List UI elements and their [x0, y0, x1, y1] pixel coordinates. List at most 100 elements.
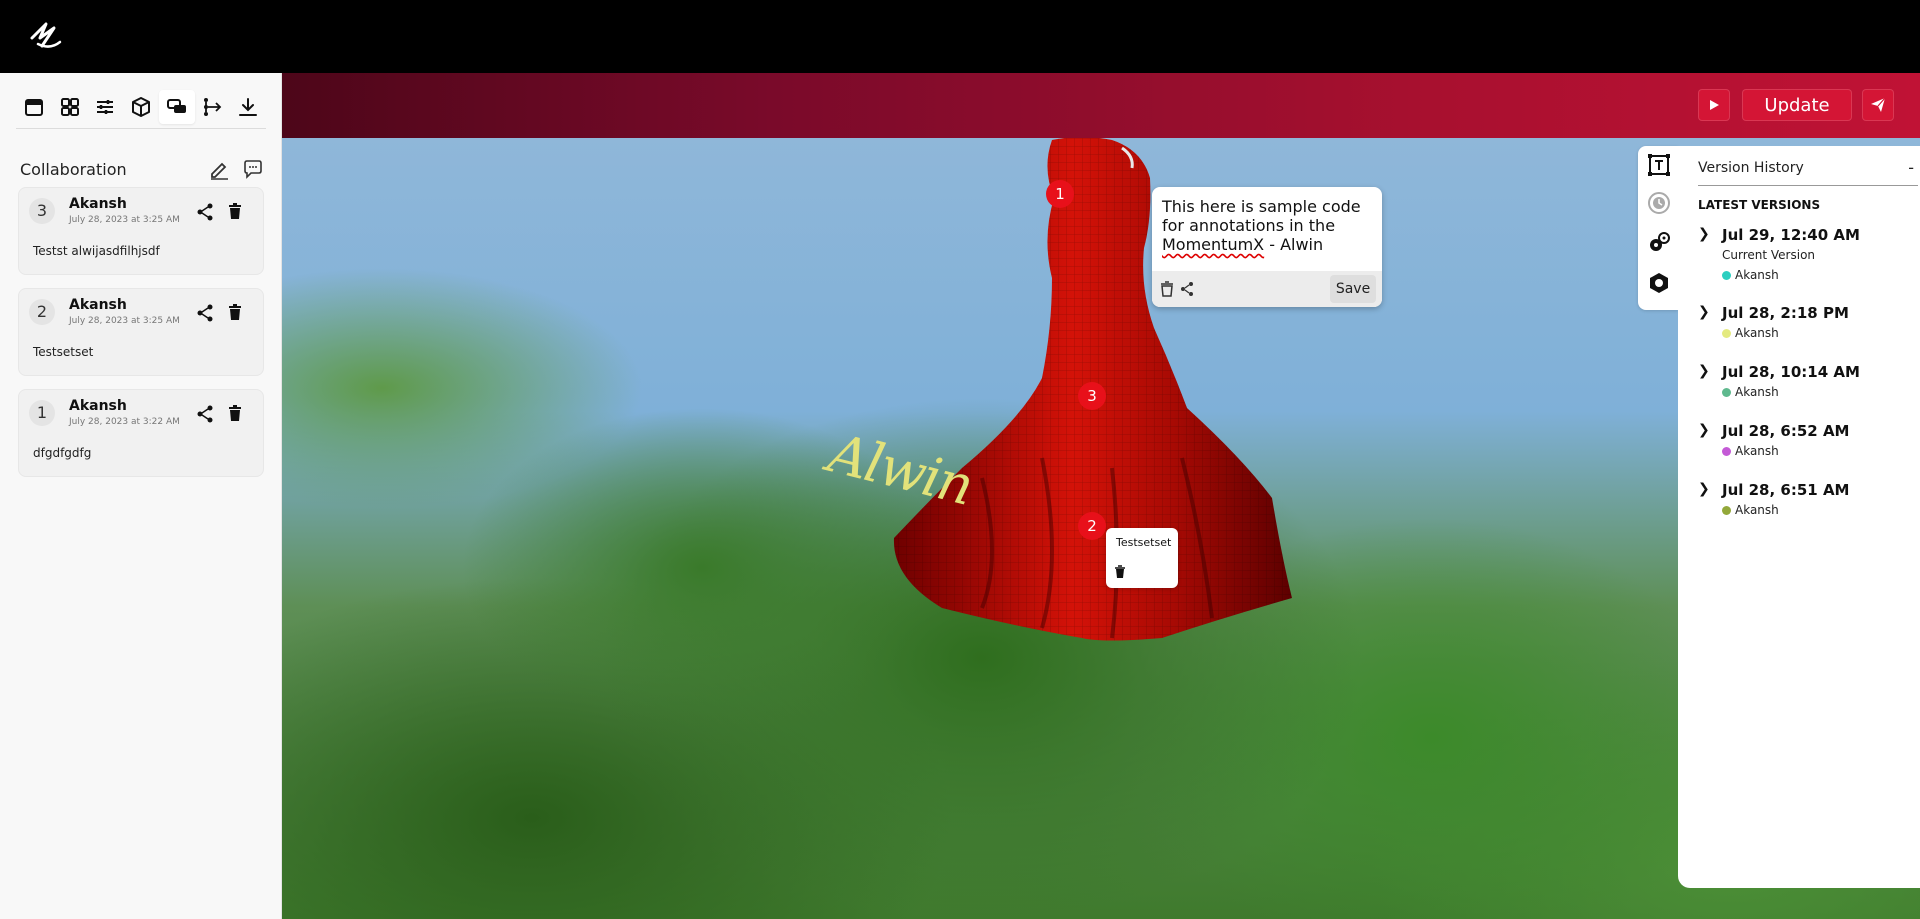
author-color-dot [1722, 328, 1731, 338]
version-item[interactable]: ❯ Jul 28, 6:52 AM Akansh [1698, 422, 1918, 462]
tool-tree[interactable] [195, 90, 231, 124]
version-author: Akansh [1722, 444, 1779, 458]
comment-body: Testsetset [33, 345, 94, 359]
chevron-right-icon[interactable]: ❯ [1698, 422, 1710, 438]
share-icon[interactable] [195, 404, 215, 424]
settings-gears-icon[interactable] [1646, 230, 1672, 256]
comment-number: 3 [29, 198, 55, 224]
version-author: Akansh [1722, 503, 1779, 517]
share-icon[interactable] [195, 303, 215, 323]
tree-icon [204, 97, 222, 116]
send-button[interactable] [1862, 89, 1894, 121]
version-label: Current Version [1722, 248, 1816, 262]
version-item[interactable]: ❯ Jul 29, 12:40 AM Current Version Akans… [1698, 226, 1918, 284]
version-history-header: Version History - [1698, 156, 1918, 186]
annotation-text-line: This here is sample code [1162, 197, 1361, 216]
comment-card[interactable]: 1 Akansh July 28, 2023 at 3:22 AM dfgdfg… [18, 389, 264, 477]
chevron-right-icon[interactable]: ❯ [1698, 304, 1710, 320]
tool-comments[interactable] [158, 89, 195, 124]
version-author-name: Akansh [1735, 268, 1779, 282]
new-comment-icon[interactable] [240, 156, 266, 182]
annotation-text-misspelled: MomentumX [1162, 235, 1265, 254]
trash-icon[interactable] [225, 302, 245, 322]
right-icon-rail [1638, 146, 1678, 310]
left-panel: Collaboration 3 Akansh July 28, 2023 at … [0, 73, 282, 919]
version-item[interactable]: ❯ Jul 28, 10:14 AM Akansh [1698, 363, 1918, 403]
comment-number: 2 [29, 299, 55, 325]
trash-icon[interactable] [1160, 281, 1174, 301]
annotation-text-line: for annotations in the [1162, 216, 1336, 235]
save-button[interactable]: Save [1330, 275, 1376, 303]
version-item[interactable]: ❯ Jul 28, 2:18 PM Akansh [1698, 304, 1918, 344]
grid-icon [60, 97, 79, 116]
app-logo-icon[interactable] [28, 20, 64, 54]
comment-body: Testst alwijasdfilhjsdf [33, 244, 160, 258]
viewport-header [282, 73, 1920, 138]
history-clock-icon[interactable] [1646, 190, 1672, 216]
chevron-right-icon[interactable]: ❯ [1698, 226, 1710, 242]
hexagon-nut-icon[interactable] [1646, 270, 1672, 296]
collaboration-header: Collaboration [20, 153, 266, 185]
collapse-button[interactable]: - [1908, 158, 1914, 177]
annotation-editor-footer: Save [1152, 271, 1382, 307]
play-button[interactable] [1698, 89, 1730, 121]
collaboration-title: Collaboration [20, 159, 127, 179]
trash-icon[interactable] [225, 403, 245, 423]
comment-author: Akansh [69, 398, 127, 414]
tool-sidebar-panel[interactable] [16, 90, 52, 124]
tool-grid[interactable] [52, 90, 88, 124]
tool-cube[interactable] [123, 90, 159, 124]
adjustments-icon [97, 99, 114, 114]
tool-adjustments[interactable] [87, 90, 123, 124]
panel-icon [24, 98, 43, 116]
annotation-editor[interactable]: This here is sample code for annotations… [1152, 187, 1382, 307]
version-time: Jul 28, 10:14 AM [1722, 363, 1860, 381]
send-icon [1871, 97, 1886, 112]
version-item[interactable]: ❯ Jul 28, 6:51 AM Akansh [1698, 481, 1918, 521]
edit-pencil-icon[interactable] [206, 156, 232, 182]
version-history-panel: Version History - LATEST VERSIONS ❯ Jul … [1678, 146, 1920, 888]
annotation-popup[interactable]: Testsetset [1106, 528, 1178, 588]
top-bar [0, 0, 1920, 73]
comment-author: Akansh [69, 196, 127, 212]
comment-card[interactable]: 3 Akansh July 28, 2023 at 3:25 AM Testst… [18, 187, 264, 275]
chevron-right-icon[interactable]: ❯ [1698, 363, 1710, 379]
annotation-popup-text: Testsetset [1116, 536, 1172, 549]
play-icon [1710, 100, 1719, 110]
annotation-marker-2[interactable]: 2 [1078, 512, 1106, 540]
trash-icon[interactable] [1114, 564, 1126, 583]
annotation-textarea[interactable]: This here is sample code for annotations… [1162, 197, 1372, 254]
version-author-name: Akansh [1735, 503, 1779, 517]
comment-author: Akansh [69, 297, 127, 313]
tool-download[interactable] [230, 90, 266, 124]
version-time: Jul 28, 2:18 PM [1722, 304, 1849, 322]
version-time: Jul 29, 12:40 AM [1722, 226, 1860, 244]
comments-icon [166, 98, 186, 113]
update-button[interactable]: Update [1742, 89, 1852, 121]
text-frame-icon[interactable] [1646, 152, 1672, 178]
chevron-right-icon[interactable]: ❯ [1698, 481, 1710, 497]
comment-date: July 28, 2023 at 3:22 AM [69, 417, 180, 427]
author-color-dot [1722, 387, 1731, 397]
annotation-text-line: - Alwin [1264, 235, 1324, 254]
annotation-marker-3[interactable]: 3 [1078, 382, 1106, 410]
version-history-title: Version History [1698, 160, 1804, 176]
comment-number: 1 [29, 400, 55, 426]
version-author-name: Akansh [1735, 444, 1779, 458]
comment-card[interactable]: 2 Akansh July 28, 2023 at 3:25 AM Testse… [18, 288, 264, 376]
share-icon[interactable] [1180, 281, 1194, 301]
author-color-dot [1722, 505, 1731, 515]
trash-icon[interactable] [225, 201, 245, 221]
version-author-name: Akansh [1735, 326, 1779, 340]
author-color-dot [1722, 446, 1731, 456]
download-icon [239, 97, 258, 116]
comment-date: July 28, 2023 at 3:25 AM [69, 215, 180, 225]
comment-body: dfgdfgdfg [33, 446, 92, 460]
share-icon[interactable] [195, 202, 215, 222]
comment-date: July 28, 2023 at 3:25 AM [69, 316, 180, 326]
annotation-marker-1[interactable]: 1 [1046, 180, 1074, 208]
left-toolbar [16, 85, 266, 129]
version-time: Jul 28, 6:51 AM [1722, 481, 1850, 499]
version-author: Akansh [1722, 268, 1779, 282]
version-author: Akansh [1722, 385, 1779, 399]
